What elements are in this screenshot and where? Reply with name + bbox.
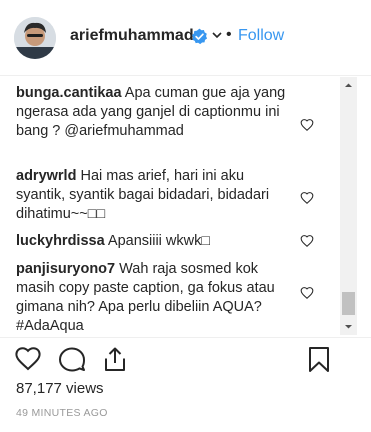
heart-icon[interactable]	[14, 345, 42, 373]
comment-item: adrywrld Hai mas arief, hari ini aku sya…	[16, 167, 296, 224]
comment-like-heart-icon[interactable]	[300, 191, 314, 205]
comments-scrollbar[interactable]	[340, 77, 357, 335]
verified-badge-icon	[191, 28, 208, 45]
chevron-down-icon[interactable]	[211, 29, 223, 41]
avatar-image	[14, 17, 56, 59]
comment-like-heart-icon[interactable]	[300, 234, 314, 248]
comment-like-heart-icon[interactable]	[300, 286, 314, 300]
post-timestamp[interactable]: 49 MINUTES AGO	[16, 407, 108, 419]
comment-like-heart-icon[interactable]	[300, 118, 314, 132]
share-icon[interactable]	[101, 345, 129, 373]
comment-item: luckyhrdissa Apansiiii wkwk□	[16, 232, 296, 251]
scroll-down-arrow-icon[interactable]	[340, 318, 357, 335]
comment-username[interactable]: luckyhrdissa	[16, 233, 105, 249]
action-bar	[0, 337, 371, 377]
scroll-up-arrow-icon[interactable]	[340, 77, 357, 94]
comment-mention[interactable]: @ariefmuhammad	[64, 123, 183, 139]
avatar[interactable]	[14, 17, 56, 59]
separator-dot: •	[226, 26, 232, 43]
post-header: ariefmuhammad • Follow	[0, 0, 371, 76]
comment-username[interactable]: bunga.cantikaa	[16, 85, 122, 101]
follow-button[interactable]: Follow	[238, 27, 284, 45]
comment-username[interactable]: adrywrld	[16, 168, 76, 184]
bookmark-icon[interactable]	[305, 345, 333, 373]
speech-bubble-icon[interactable]	[58, 345, 86, 373]
comment-item: bunga.cantikaa Apa cuman gue aja yang ng…	[16, 84, 296, 141]
comments-list: bunga.cantikaa Apa cuman gue aja yang ng…	[0, 77, 340, 335]
comment-text: Apansiiii wkwk□	[107, 233, 211, 249]
comment-item: panjisuryono7 Wah raja sosmed kok masih …	[16, 260, 296, 335]
comment-username[interactable]: panjisuryono7	[16, 261, 115, 277]
view-count[interactable]: 87,177 views	[16, 380, 104, 397]
username[interactable]: ariefmuhammad	[70, 27, 194, 45]
scrollbar-thumb[interactable]	[342, 292, 355, 315]
comment-hashtag[interactable]: #AdaAqua	[16, 318, 84, 334]
